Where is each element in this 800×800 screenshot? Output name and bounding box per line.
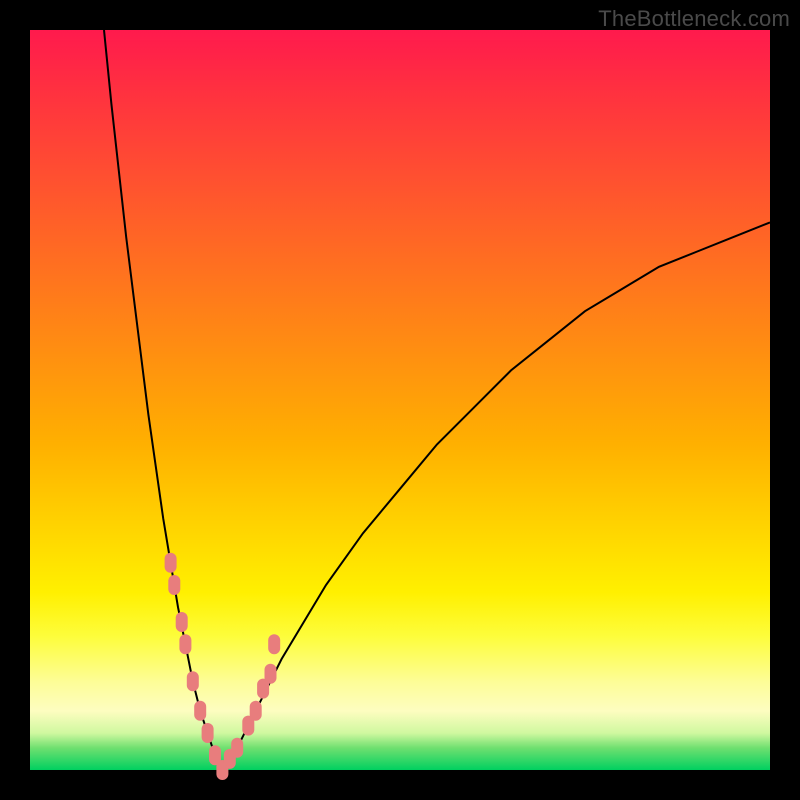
marker-point (268, 634, 280, 654)
curve-right-branch (222, 222, 770, 770)
marker-point (168, 575, 180, 595)
marker-point (165, 553, 177, 573)
chart-container: TheBottleneck.com (0, 0, 800, 800)
marker-point (250, 701, 262, 721)
chart-svg (30, 30, 770, 770)
plot-area (30, 30, 770, 770)
marker-point (231, 738, 243, 758)
marker-point (176, 612, 188, 632)
curve-left-branch (104, 30, 222, 770)
marker-point (187, 671, 199, 691)
marker-point (179, 634, 191, 654)
watermark-text: TheBottleneck.com (598, 6, 790, 32)
markers-group (165, 553, 281, 780)
marker-point (265, 664, 277, 684)
marker-point (194, 701, 206, 721)
marker-point (202, 723, 214, 743)
